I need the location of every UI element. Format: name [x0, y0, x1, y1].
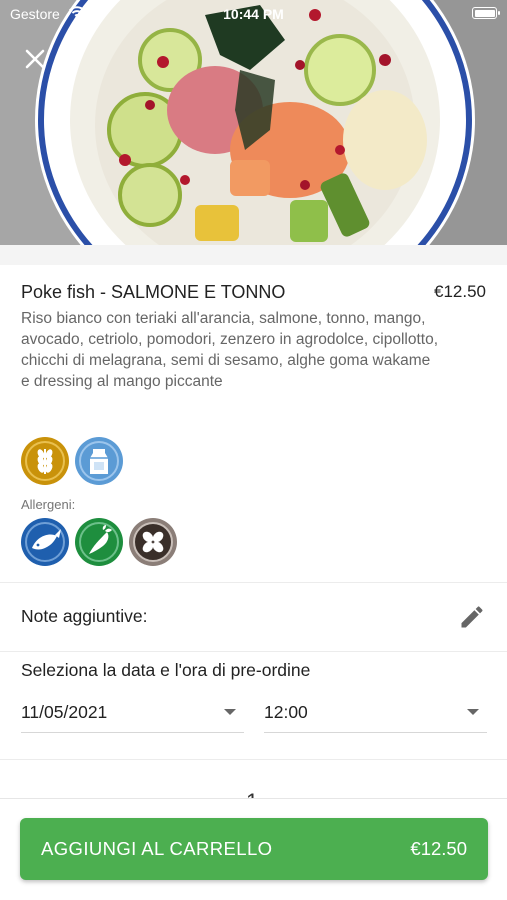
product-name: Poke fish - SALMONE E TONNO	[21, 282, 286, 302]
wheat-icon	[21, 437, 69, 485]
status-time: 10:44 PM	[223, 6, 284, 22]
product-description: Riso bianco con teriaki all'arancia, sal…	[21, 310, 439, 390]
date-select[interactable]: 11/05/2021	[21, 695, 244, 733]
chevron-down-icon	[467, 709, 479, 715]
fish-icon	[21, 518, 69, 566]
add-to-cart-label: AGGIUNGI AL CARRELLO	[41, 838, 273, 859]
close-icon	[25, 49, 45, 69]
sesame-allergen-badge	[129, 518, 177, 566]
edit-notes-button[interactable]	[458, 603, 486, 631]
close-button[interactable]	[20, 44, 50, 74]
status-bar: Gestore 10:44 PM	[0, 0, 507, 28]
divider	[0, 651, 507, 652]
battery-icon	[472, 7, 500, 19]
allergens-label: Allergeni:	[21, 497, 76, 512]
milk-carton-icon	[75, 437, 123, 485]
product-hero-image	[0, 0, 507, 245]
time-select[interactable]: 12:00	[264, 695, 487, 733]
notes-label: Note aggiuntive:	[21, 606, 148, 626]
product-price: €12.50	[434, 282, 486, 301]
divider	[0, 759, 507, 760]
poke-bowl-illustration	[0, 0, 507, 245]
bottom-bar: AGGIUNGI AL CARRELLO €12.50	[0, 798, 507, 900]
celery-icon	[75, 518, 123, 566]
celery-allergen-badge	[75, 518, 123, 566]
add-to-cart-button[interactable]: AGGIUNGI AL CARRELLO €12.50	[20, 818, 488, 880]
preorder-title: Seleziona la data e l'ora di pre-ordine	[21, 660, 311, 680]
lactose-badge	[75, 437, 123, 485]
section-gap	[0, 245, 507, 265]
chevron-down-icon	[224, 709, 236, 715]
divider	[0, 582, 507, 583]
gluten-badge	[21, 437, 69, 485]
sesame-icon	[129, 518, 177, 566]
date-value: 11/05/2021	[21, 702, 108, 722]
fish-allergen-badge	[21, 518, 69, 566]
time-value: 12:00	[264, 702, 308, 722]
cart-amount: €12.50	[410, 838, 467, 859]
pencil-icon	[461, 606, 483, 628]
